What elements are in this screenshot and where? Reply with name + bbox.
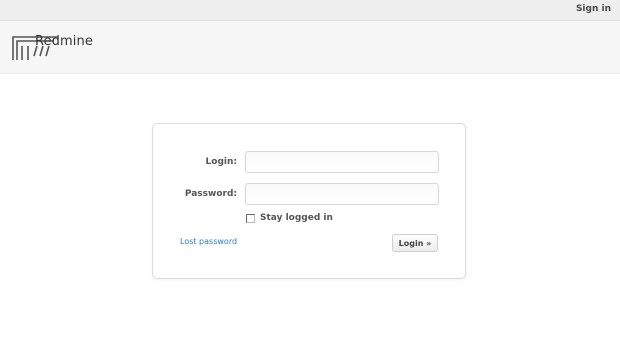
stay-logged-in-label[interactable]: Stay logged in [260,213,333,223]
login-form: Login: Password: Stay logged in Lost pas… [152,123,466,279]
login-submit-button[interactable]: Login » [392,234,438,252]
login-label: Login: [205,157,237,167]
top-menu-bar: Sign in [0,0,620,21]
password-label: Password: [184,189,237,199]
lost-password-link[interactable]: Lost password [180,237,237,246]
password-input[interactable] [245,183,439,205]
login-input[interactable] [245,151,439,173]
stay-logged-in-checkbox[interactable] [246,213,255,223]
header: Redmine [0,21,620,74]
stay-logged-in-row[interactable]: Stay logged in [246,213,333,223]
sign-in-link[interactable]: Sign in [576,4,611,14]
app-title: Redmine [35,34,93,49]
